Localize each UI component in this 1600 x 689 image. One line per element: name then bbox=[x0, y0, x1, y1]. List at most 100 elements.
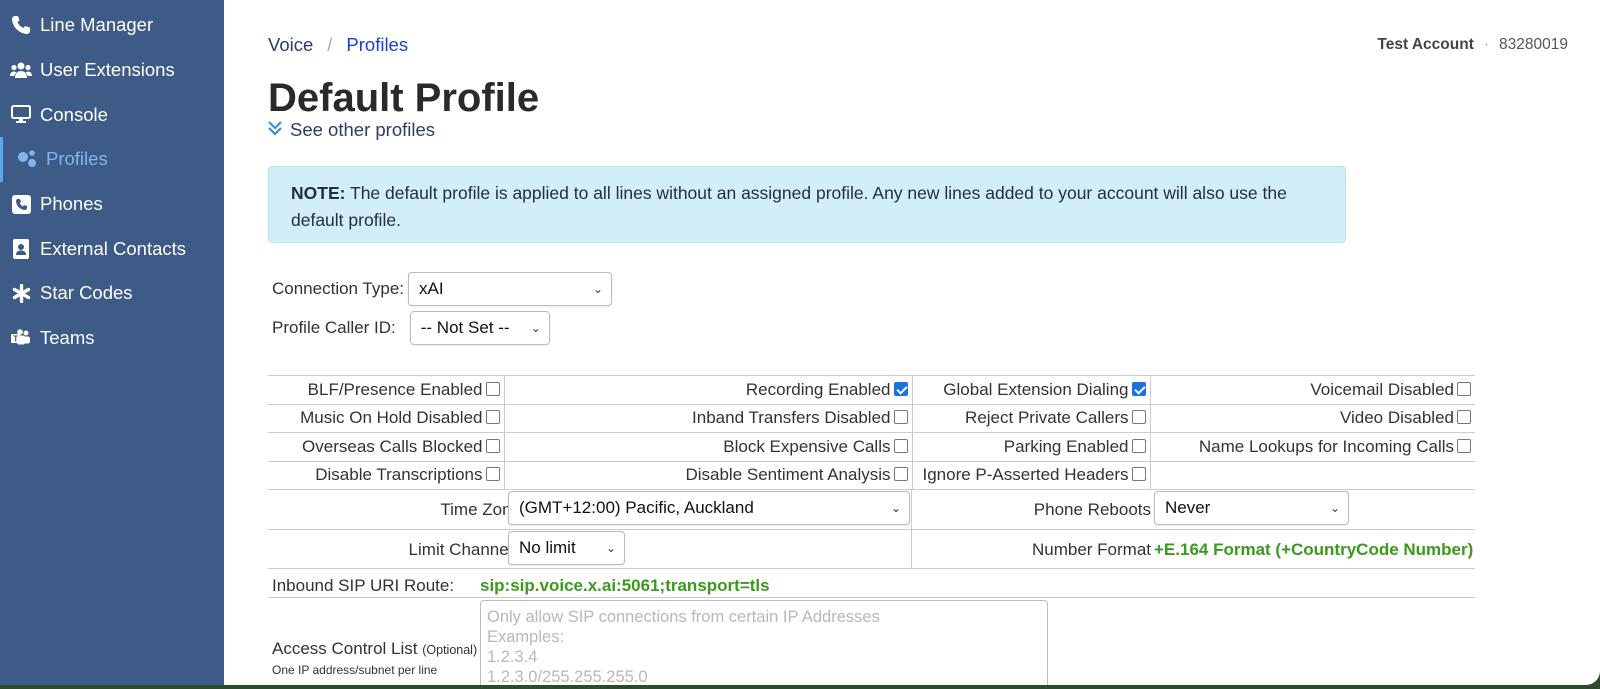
inband-transfers-disabled-checkbox[interactable] bbox=[893, 410, 908, 425]
breadcrumb-profiles[interactable]: Profiles bbox=[346, 34, 408, 56]
sidebar-item-label: User Extensions bbox=[40, 59, 175, 81]
overseas-calls-blocked-checkbox[interactable] bbox=[485, 438, 500, 453]
block-expensive-calls-checkbox[interactable] bbox=[893, 438, 908, 453]
music-on-hold-disabled-checkbox[interactable] bbox=[485, 410, 500, 425]
svg-text:T: T bbox=[13, 335, 18, 344]
connection-type-select[interactable]: xAI ⌄ bbox=[408, 272, 612, 306]
option-label: Recording Enabled bbox=[745, 379, 891, 399]
breadcrumb-voice[interactable]: Voice bbox=[268, 34, 313, 56]
acl-placeholder-line: 1.2.3.0/255.255.255.0 bbox=[487, 668, 648, 685]
option-label: Name Lookups for Incoming Calls bbox=[1198, 436, 1454, 456]
recording-enabled-checkbox[interactable] bbox=[893, 381, 908, 396]
option-label: Overseas Calls Blocked bbox=[302, 436, 483, 456]
sidebar-item-teams[interactable]: T Teams bbox=[0, 316, 224, 361]
double-chevron-down-icon bbox=[268, 119, 282, 141]
option-label: Global Extension Dialing bbox=[943, 379, 1129, 399]
monitor-icon bbox=[10, 104, 32, 126]
parking-enabled-checkbox[interactable] bbox=[1131, 438, 1146, 453]
sip-route-row: Inbound SIP URI Route: sip:sip.voice.x.a… bbox=[268, 569, 1475, 598]
option-label: Ignore P-Asserted Headers bbox=[922, 465, 1129, 485]
global-extension-dialing-checkbox[interactable] bbox=[1131, 381, 1146, 396]
chevron-down-icon: ⌄ bbox=[605, 541, 616, 555]
options-row: BLF/Presence Enabled Recording Enabled G… bbox=[268, 375, 1475, 405]
sidebar: Line Manager User Extensions Console Pro… bbox=[0, 0, 224, 685]
sidebar-item-label: Star Codes bbox=[40, 282, 133, 304]
sidebar-item-external-contacts[interactable]: External Contacts bbox=[0, 226, 224, 271]
disable-sentiment-analysis-checkbox[interactable] bbox=[893, 467, 908, 482]
sidebar-item-user-extensions[interactable]: User Extensions bbox=[0, 48, 224, 93]
account-separator: · bbox=[1483, 36, 1490, 53]
options-row: Music On Hold Disabled Inband Transfers … bbox=[268, 403, 1475, 433]
gears-icon bbox=[16, 148, 38, 170]
breadcrumb: Voice / Profiles bbox=[268, 34, 408, 56]
sidebar-item-line-manager[interactable]: Line Manager bbox=[0, 3, 224, 48]
acl-placeholder-line: Only allow SIP connections from certain … bbox=[487, 608, 880, 626]
blf-presence-checkbox[interactable] bbox=[485, 381, 500, 396]
chevron-down-icon: ⌄ bbox=[1329, 501, 1340, 515]
option-label: Reject Private Callers bbox=[965, 408, 1129, 428]
phone-square-icon bbox=[10, 193, 32, 215]
asterisk-icon bbox=[10, 282, 32, 304]
note-text: The default profile is applied to all li… bbox=[291, 183, 1287, 230]
video-disabled-checkbox[interactable] bbox=[1457, 410, 1471, 425]
phone-reboots-label: Phone Reboots bbox=[1033, 500, 1151, 519]
disable-transcriptions-checkbox[interactable] bbox=[485, 467, 500, 482]
options-row: Overseas Calls Blocked Block Expensive C… bbox=[268, 432, 1475, 462]
timezone-row: Time Zone (GMT+12:00) Pacific, Auckland … bbox=[268, 489, 1475, 530]
limit-channels-row: Limit Channels No limit ⌄ Number Format … bbox=[268, 530, 1475, 569]
reject-private-callers-checkbox[interactable] bbox=[1131, 410, 1146, 425]
voicemail-disabled-checkbox[interactable] bbox=[1457, 381, 1471, 396]
account-number: 83280019 bbox=[1499, 36, 1568, 53]
page-title: Default Profile bbox=[268, 76, 540, 120]
teams-icon: T bbox=[10, 327, 32, 349]
acl-label-wrap: Access Control List (Optional) bbox=[272, 639, 477, 659]
see-other-profiles-link[interactable]: See other profiles bbox=[268, 119, 435, 141]
name-lookups-checkbox[interactable] bbox=[1457, 438, 1471, 453]
contact-book-icon bbox=[10, 238, 32, 260]
sip-route-value: sip:sip.voice.x.ai:5061;transport=tls bbox=[480, 576, 770, 595]
option-label: Disable Transcriptions bbox=[315, 465, 483, 485]
app-window: Line Manager User Extensions Console Pro… bbox=[0, 0, 1600, 685]
sidebar-item-label: Profiles bbox=[46, 148, 108, 170]
acl-placeholder-line: Examples: bbox=[487, 628, 565, 646]
number-format-value: +E.164 Format (+CountryCode Number) bbox=[1154, 540, 1474, 559]
sidebar-item-phones[interactable]: Phones bbox=[0, 182, 224, 227]
sidebar-item-star-codes[interactable]: Star Codes bbox=[0, 271, 224, 316]
limit-channels-value: No limit bbox=[519, 538, 576, 557]
note-label: NOTE: bbox=[291, 183, 346, 203]
acl-optional: (Optional) bbox=[422, 643, 478, 657]
caller-id-select[interactable]: -- Not Set -- ⌄ bbox=[409, 311, 550, 345]
option-label: Block Expensive Calls bbox=[723, 436, 891, 456]
chevron-down-icon: ⌄ bbox=[592, 282, 603, 296]
limit-channels-label: Limit Channels bbox=[408, 540, 521, 559]
limit-channels-select[interactable]: No limit ⌄ bbox=[508, 531, 625, 565]
options-grid: BLF/Presence Enabled Recording Enabled G… bbox=[268, 375, 1475, 490]
account-name: Test Account bbox=[1377, 36, 1474, 53]
sidebar-item-console[interactable]: Console bbox=[0, 92, 224, 137]
acl-textarea[interactable]: Only allow SIP connections from certain … bbox=[480, 600, 1048, 685]
phone-reboots-value: Never bbox=[1165, 498, 1211, 517]
sip-route-label: Inbound SIP URI Route: bbox=[272, 576, 455, 595]
caller-id-row: Profile Caller ID: -- Not Set -- ⌄ bbox=[272, 311, 550, 345]
see-other-profiles-label: See other profiles bbox=[290, 119, 436, 140]
sidebar-item-label: Phones bbox=[40, 193, 103, 215]
ignore-p-asserted-headers-checkbox[interactable] bbox=[1131, 467, 1146, 482]
caller-id-value: -- Not Set -- bbox=[420, 318, 510, 337]
phone-reboots-select[interactable]: Never ⌄ bbox=[1154, 491, 1349, 525]
chevron-down-icon: ⌄ bbox=[890, 501, 901, 515]
option-label: Voicemail Disabled bbox=[1310, 379, 1454, 399]
users-icon bbox=[10, 59, 32, 81]
option-label: Music On Hold Disabled bbox=[300, 408, 483, 428]
sidebar-item-profiles[interactable]: Profiles bbox=[0, 137, 224, 182]
connection-type-value: xAI bbox=[419, 279, 444, 298]
options-row: Disable Transcriptions Disable Sentiment… bbox=[268, 460, 1475, 490]
option-label: Video Disabled bbox=[1339, 408, 1454, 428]
time-zone-select[interactable]: (GMT+12:00) Pacific, Auckland ⌄ bbox=[508, 491, 910, 525]
number-format-label: Number Format bbox=[1031, 540, 1151, 559]
caller-id-label: Profile Caller ID: bbox=[272, 318, 396, 337]
option-label: Disable Sentiment Analysis bbox=[685, 465, 891, 485]
sidebar-item-label: Line Manager bbox=[40, 14, 154, 36]
sidebar-item-label: External Contacts bbox=[40, 237, 187, 259]
account-info: Test Account · 83280019 bbox=[1377, 36, 1568, 54]
sidebar-item-label: Console bbox=[40, 103, 108, 125]
